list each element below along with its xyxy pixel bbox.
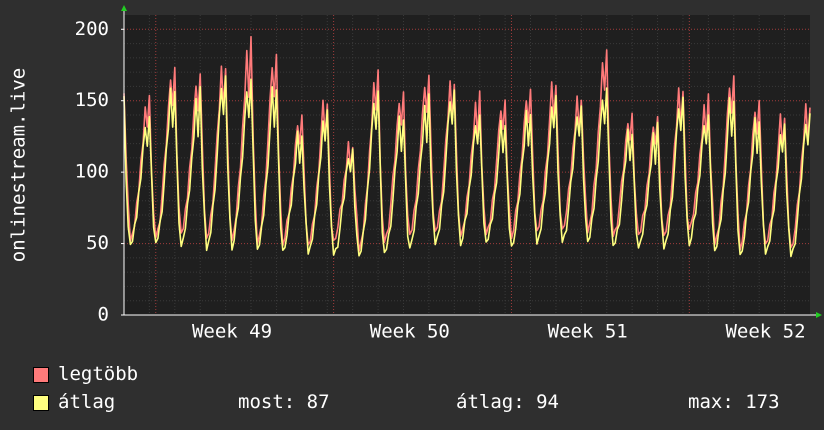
- x-tick-label: Week 52: [725, 321, 805, 343]
- legend-item-max: legtöbb: [0, 363, 824, 385]
- x-tick-label: Week 50: [370, 321, 450, 343]
- y-axis-label: onlinestream.live: [8, 68, 30, 262]
- chart-root: 0 50 100 150 200 Week 49 Week 50 Week 51 Week 52…: [0, 0, 824, 430]
- legend-swatch-max: [33, 367, 49, 383]
- y-tick-label: 50: [86, 232, 109, 254]
- y-tick-label: 200: [75, 18, 109, 40]
- legend-label-max: legtöbb: [58, 363, 139, 385]
- y-tick-label: 100: [75, 161, 109, 183]
- legend-item-average: átlag most: 87 átlag: 94 max: 173: [0, 391, 824, 413]
- x-tick-label: Week 49: [192, 321, 272, 343]
- legend-swatch-average: [33, 395, 49, 411]
- y-tick-label: 0: [98, 304, 109, 326]
- y-tick-label: 150: [75, 89, 109, 111]
- legend-label-average: átlag: [58, 391, 116, 413]
- stat-current: most: 87: [238, 391, 330, 413]
- y-axis-arrow: [121, 5, 127, 11]
- stat-max: max: 173: [688, 391, 780, 413]
- x-axis-arrow: [816, 312, 822, 318]
- stat-average: átlag: 94: [456, 391, 559, 413]
- x-tick-label: Week 51: [548, 321, 628, 343]
